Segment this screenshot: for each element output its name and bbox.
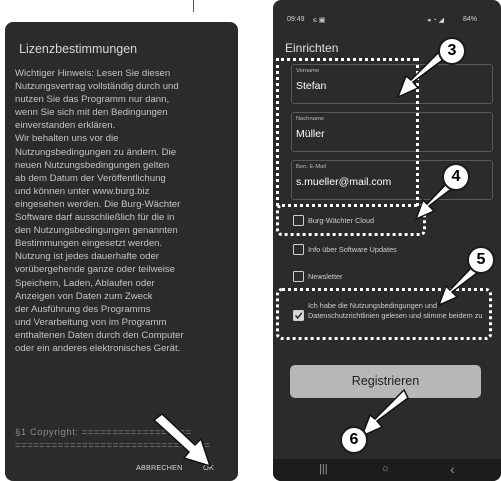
- license-line: oder ein anderes elektronisches Gerät.: [15, 342, 181, 354]
- license-line: der Ausführung des Programms: [15, 303, 151, 315]
- newsletter-label: Newsletter: [308, 272, 343, 281]
- cloud-highlight: [276, 204, 426, 236]
- license-line: nutzen Sie das Programm nur dann,: [15, 94, 170, 106]
- ok-arrow-shape: [152, 414, 212, 468]
- updates-checkbox[interactable]: [293, 244, 304, 255]
- license-line: einverstanden erklären.: [15, 120, 116, 132]
- license-line: Software darf ausschließlich für die in: [15, 212, 175, 224]
- back-icon[interactable]: ‹: [450, 461, 455, 477]
- first-name-value: Stefan: [296, 80, 327, 92]
- newsletter-checkbox[interactable]: [293, 271, 304, 282]
- email-label: Ben. E-Mail: [296, 164, 326, 170]
- callout-5: 5: [467, 246, 495, 274]
- status-icons-left: ≤ ▣: [313, 17, 326, 24]
- license-line: eingesehen werden. Die Burg-Wächter: [15, 198, 181, 210]
- android-nav-bar: ||| ○ ‹: [273, 459, 501, 481]
- license-screen: Lizenzbestimmungen Wichtiger Hinweis: Le…: [5, 22, 238, 481]
- license-line: Nutzungsbedingungen zu ändern. Die: [15, 146, 177, 158]
- license-line: wenn Sie sich mit den Bedingungen: [15, 107, 168, 119]
- license-title: Lizenzbestimmungen: [19, 42, 138, 56]
- last-name-value: Müller: [296, 128, 325, 140]
- top-divider: [193, 0, 194, 12]
- callout-6: 6: [340, 426, 368, 454]
- license-line: den Nutzungsbedingungen genannten: [15, 225, 178, 237]
- license-line: neuen Nutzungsbedingungen gelten: [15, 159, 170, 171]
- license-line: und können unter www.burg.biz: [15, 185, 150, 197]
- first-name-field[interactable]: Vorname Stefan: [291, 64, 493, 104]
- license-line: enthaltenen Daten durch den Computer: [15, 329, 184, 341]
- license-line: vorübergehende ganze oder teilweise: [15, 264, 176, 276]
- setup-title: Einrichten: [285, 41, 339, 55]
- license-line: Nutzungsvertrag vollständig durch und: [15, 81, 179, 93]
- callout-4: 4: [442, 163, 470, 191]
- arrow-6: [360, 388, 409, 438]
- license-line: Anzeigen von Daten zum Zweck: [15, 290, 153, 302]
- license-line: und Verarbeitung von im Programm: [15, 316, 167, 328]
- email-value: s.mueller@mail.com: [296, 176, 392, 188]
- license-line: Bestimmungen eingesetzt werden.: [15, 238, 163, 250]
- last-name-field[interactable]: Nachname Müller: [291, 112, 493, 152]
- status-icons-right: ◂ ◔ ◢: [427, 17, 445, 24]
- first-name-label: Vorname: [296, 68, 320, 74]
- license-line: ab dem Datum der Veröffentlichung: [15, 172, 166, 184]
- status-time: 09:49: [287, 16, 305, 23]
- license-line: Wichtiger Hinweis: Lesen Sie diesen: [15, 68, 171, 79]
- callout-3: 3: [438, 37, 466, 65]
- updates-label: Info über Software Updates: [308, 245, 397, 254]
- ok-arrow: [152, 414, 212, 468]
- home-icon[interactable]: ○: [382, 463, 389, 475]
- license-line: Speichern, Laden, Ablaufen oder: [15, 277, 155, 289]
- license-line: Nutzung ist jedes dauerhafte oder: [15, 251, 159, 263]
- license-text: Wichtiger Hinweis: Lesen Sie diesen Nutzu…: [15, 67, 233, 355]
- name-fields-highlight-left: [276, 58, 279, 206]
- name-fields-highlight-top: [276, 58, 416, 61]
- last-name-label: Nachname: [296, 116, 325, 122]
- license-line: Wir behalten uns vor die: [15, 133, 119, 145]
- recent-apps-icon[interactable]: |||: [319, 463, 328, 475]
- battery-percent: 84%: [463, 16, 478, 23]
